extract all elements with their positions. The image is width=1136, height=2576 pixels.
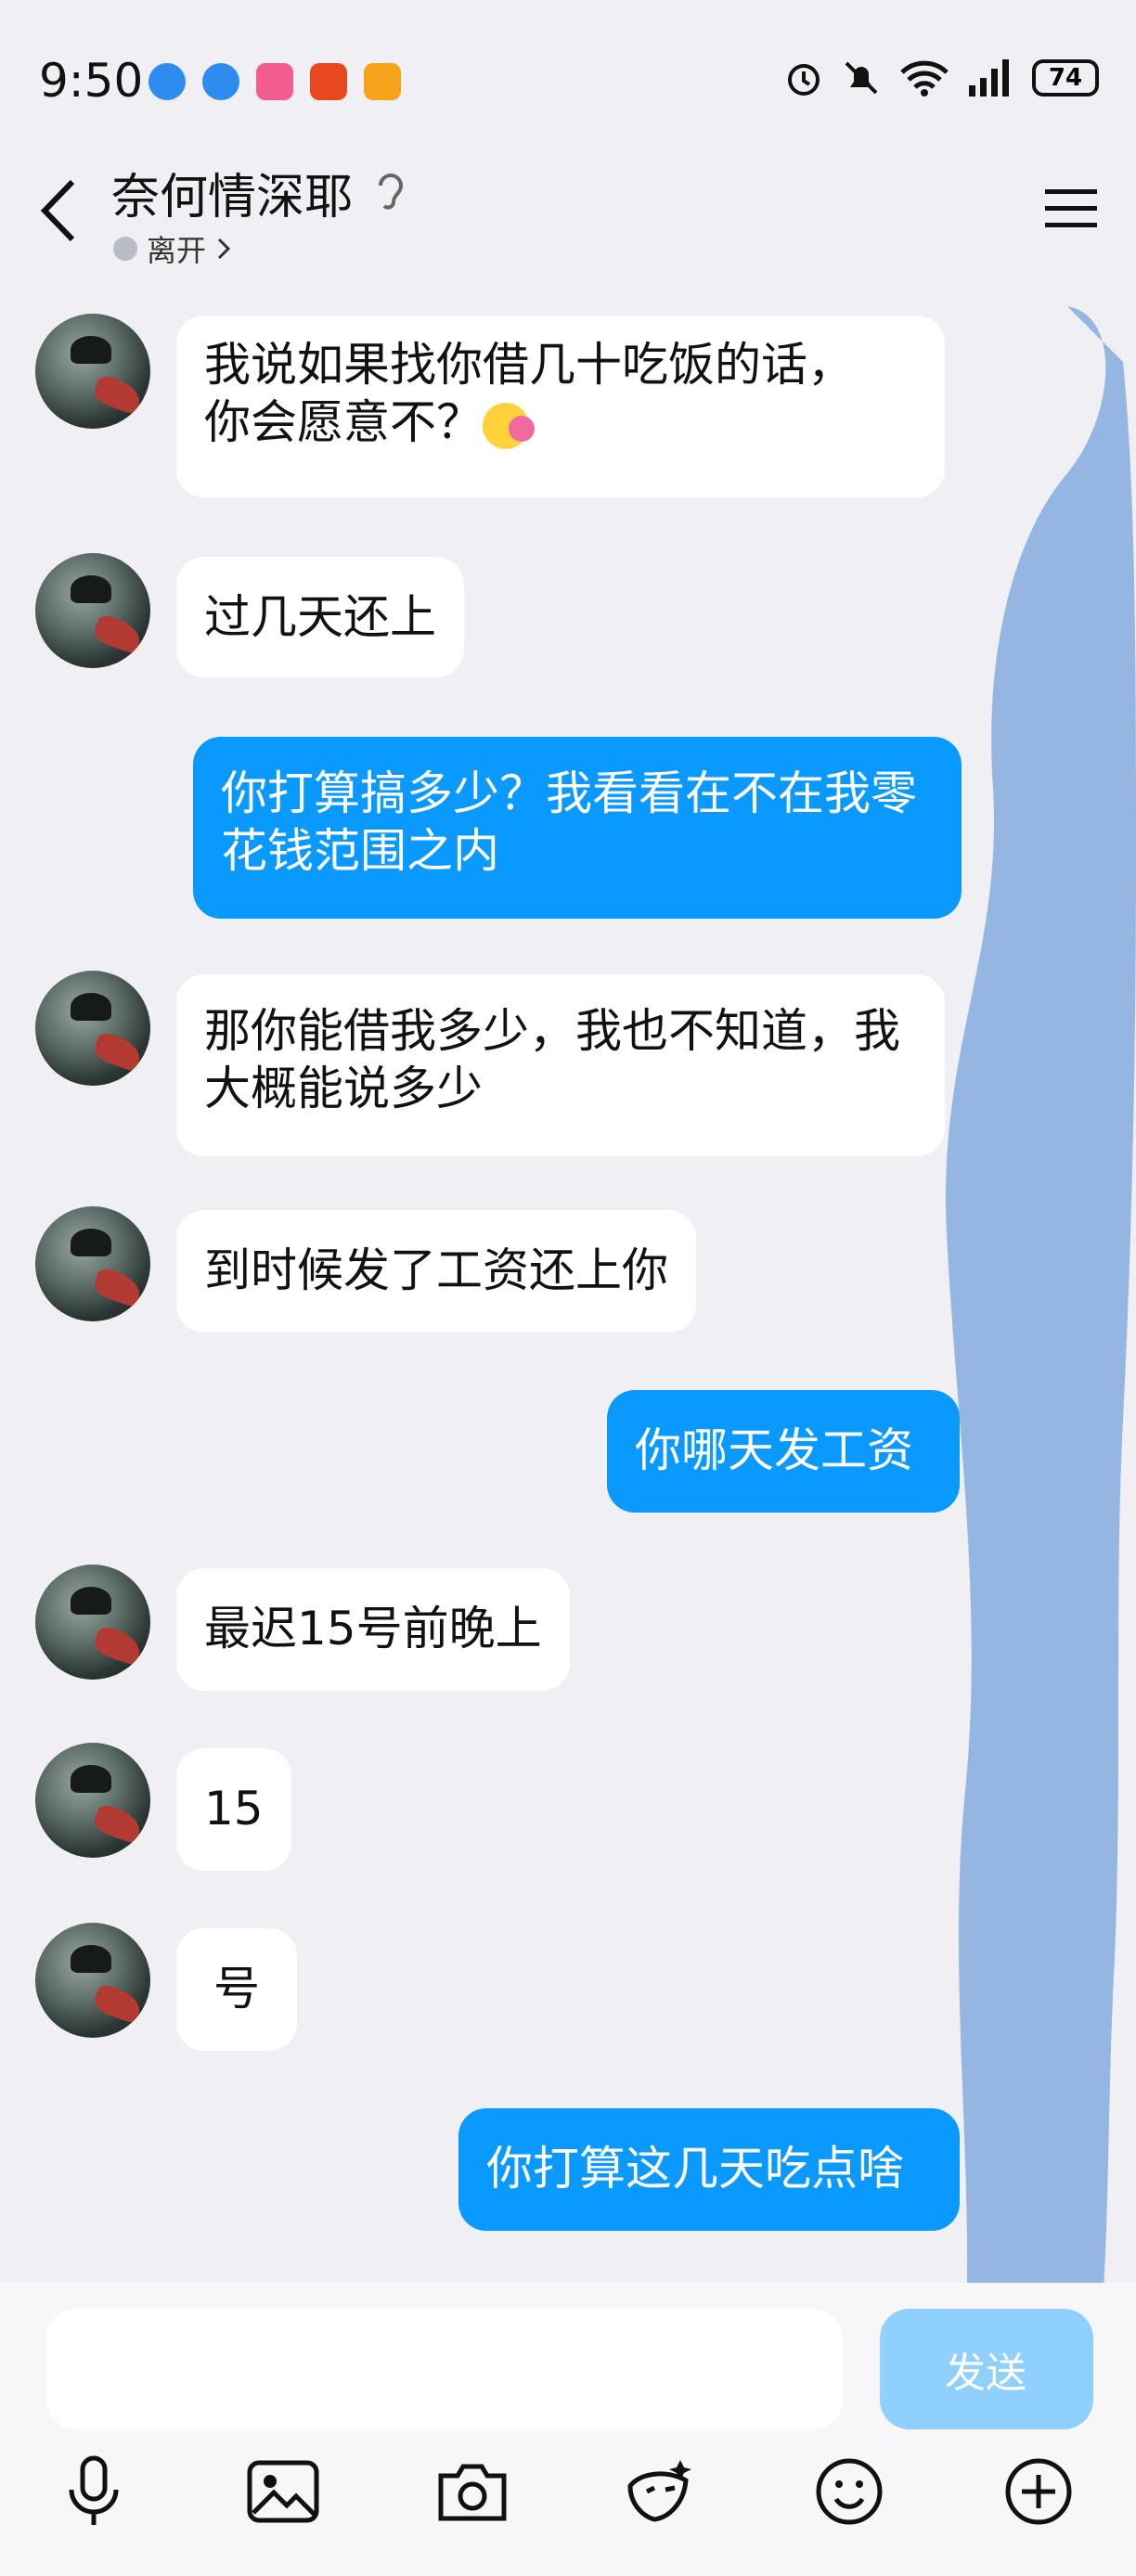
message-bubble-incoming[interactable]: 15: [176, 1748, 291, 1871]
wifi-icon: [900, 60, 949, 97]
sticker-button[interactable]: [618, 2450, 702, 2533]
avatar[interactable]: [35, 553, 150, 668]
presence-status[interactable]: 离开: [113, 227, 232, 270]
back-button[interactable]: [37, 176, 78, 249]
sticker-icon: [627, 2460, 691, 2522]
camera-icon: [438, 2464, 507, 2521]
system-icons: 74: [783, 58, 1099, 98]
avatar[interactable]: [35, 1743, 150, 1858]
mute-icon: [845, 61, 878, 95]
app-notification-icon: [364, 63, 401, 100]
message-text: 过几天还上: [204, 590, 436, 644]
clock-status-icon: [113, 237, 137, 261]
status-bar: 9:50 74: [0, 0, 1136, 148]
alarm-icon: [788, 64, 820, 96]
message-text: 到时候发了工资还上你: [204, 1243, 668, 1297]
message-text: 15: [204, 1782, 264, 1835]
image-button[interactable]: [241, 2450, 325, 2533]
chevron-right-icon: [217, 238, 231, 260]
ear-icon[interactable]: [375, 171, 407, 213]
listen-app-icon: [310, 63, 347, 100]
message-bubble-outgoing[interactable]: 你打算搞多少？我看看在不在我零花钱范围之内: [193, 737, 962, 919]
chat-area[interactable]: 我说如果找你借几十吃饭的话， 你会愿意不？ 过几天还上 你打算搞多少？我看看在不…: [0, 288, 1136, 2283]
emoji-button[interactable]: [807, 2450, 891, 2533]
message-bubble-outgoing[interactable]: 你打算这几天吃点啥: [458, 2108, 960, 2231]
message-bubble-outgoing[interactable]: 你哪天发工资: [607, 1390, 960, 1513]
avatar[interactable]: [35, 1565, 150, 1680]
voice-button[interactable]: [52, 2450, 136, 2533]
hamburger-icon: [1045, 189, 1097, 227]
presence-label: 离开: [147, 233, 207, 268]
avatar[interactable]: [35, 314, 150, 429]
avatar[interactable]: [35, 1923, 150, 2038]
image-icon: [247, 2460, 319, 2523]
avatar[interactable]: [35, 1206, 150, 1321]
avatar[interactable]: [35, 971, 150, 1086]
mic-icon: [69, 2455, 119, 2525]
message-bubble-incoming[interactable]: 那你能借我多少，我也不知道，我大概能说多少: [176, 974, 945, 1156]
emoji-icon: [816, 2458, 883, 2525]
message-bubble-incoming[interactable]: 我说如果找你借几十吃饭的话， 你会愿意不？: [176, 316, 945, 497]
message-input[interactable]: [46, 2309, 843, 2429]
chat-header: 奈何情深耶 离开: [0, 148, 1136, 288]
message-bubble-incoming[interactable]: 最迟15号前晚上: [176, 1568, 570, 1691]
app-notification-icon: [202, 63, 239, 100]
message-bubble-incoming[interactable]: 号: [176, 1928, 297, 2051]
message-text: 号: [213, 1962, 260, 2016]
app-notification-icon: [148, 63, 186, 100]
chevron-left-icon: [40, 179, 75, 242]
camera-button[interactable]: [431, 2450, 514, 2533]
more-button[interactable]: [997, 2450, 1080, 2533]
clock: 9:50: [39, 54, 144, 108]
message-bubble-incoming[interactable]: 过几天还上: [176, 557, 464, 677]
message-text: 你哪天发工资: [635, 1423, 913, 1477]
message-text: 那你能借我多少，我也不知道，我大概能说多少: [204, 1004, 900, 1115]
battery-indicator: 74: [1032, 59, 1099, 97]
message-text: 你打算搞多少？我看看在不在我零花钱范围之内: [221, 766, 917, 878]
message-bubble-incoming[interactable]: 到时候发了工资还上你: [176, 1210, 696, 1333]
message-text: 你打算这几天吃点啥: [486, 2142, 904, 2196]
menu-button[interactable]: [1043, 186, 1099, 236]
plus-icon: [1005, 2458, 1072, 2525]
notification-icons: [148, 63, 401, 100]
input-toolbar: [0, 2450, 1136, 2552]
bilibili-icon: [256, 63, 293, 100]
contact-name[interactable]: 奈何情深耶: [111, 158, 353, 227]
signal-icon: [969, 59, 1009, 97]
emoji-icon: [483, 402, 535, 449]
send-button[interactable]: 发送: [880, 2309, 1093, 2429]
message-text: 最迟15号前晚上: [204, 1602, 542, 1655]
